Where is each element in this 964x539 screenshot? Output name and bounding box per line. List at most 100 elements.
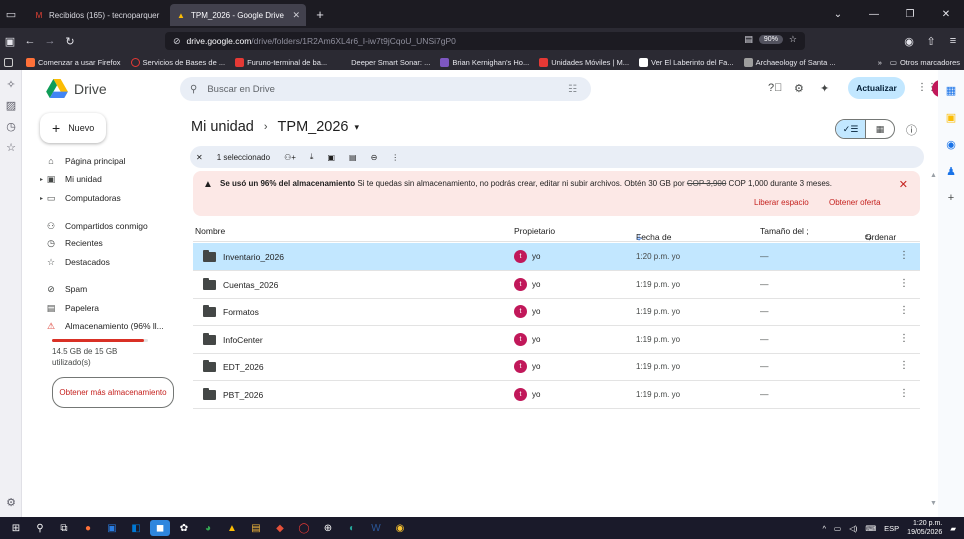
file-name[interactable]: Cuentas_2026: [223, 280, 278, 290]
app-icon[interactable]: ▤: [246, 520, 266, 536]
file-name[interactable]: EDT_2026: [223, 362, 264, 372]
help-icon[interactable]: ?⃝: [768, 82, 782, 94]
contacts-icon[interactable]: ♟: [938, 165, 964, 178]
more-options-icon[interactable]: ⋮: [899, 360, 909, 371]
ai-chat-icon[interactable]: ✧: [0, 78, 22, 91]
sidebar-toggle-icon[interactable]: ▣: [0, 35, 20, 48]
site-info-icon[interactable]: ⊘: [173, 36, 181, 47]
drive-logo[interactable]: Drive: [46, 79, 107, 98]
upgrade-button[interactable]: Actualizar: [848, 77, 905, 99]
column-owner[interactable]: Propietario: [514, 226, 555, 236]
bookmark-item[interactable]: Brian Kernighan's Ho...: [440, 57, 529, 67]
globe-icon[interactable]: ⊕: [318, 520, 338, 536]
tab-gmail[interactable]: M Recibidos (165) - tecnoparquer ✕: [28, 4, 166, 26]
list-view-button[interactable]: ✓☰: [836, 120, 865, 138]
minimize-icon[interactable]: —: [856, 9, 892, 20]
bookmark-item[interactable]: Servicios de Bases de ...: [130, 57, 225, 67]
keep-icon[interactable]: ▣: [938, 111, 964, 124]
get-more-storage-button[interactable]: Obtener más almacenamiento: [52, 377, 174, 408]
tab-drive[interactable]: ▲ TPM_2026 - Google Drive ✕: [170, 4, 306, 26]
tasks-icon[interactable]: ◉: [938, 138, 964, 151]
file-name[interactable]: PBT_2026: [223, 390, 263, 400]
share-icon[interactable]: ⚇+: [284, 153, 296, 162]
history-icon[interactable]: ◷: [0, 120, 22, 133]
reader-view-icon[interactable]: ▤: [744, 34, 753, 45]
trash-icon[interactable]: ▤: [349, 153, 357, 162]
free-space-link[interactable]: Liberar espacio: [754, 198, 809, 207]
file-name[interactable]: Inventario_2026: [223, 252, 284, 262]
reload-icon[interactable]: ↻: [60, 35, 80, 48]
table-row[interactable]: EDT_2026 t yo 1:19 p.m. yo — ⋮: [193, 353, 920, 381]
keyboard-icon[interactable]: ⌨: [865, 524, 876, 533]
chevron-up-icon[interactable]: ^: [822, 524, 826, 533]
breadcrumb-root[interactable]: Mi unidad: [191, 119, 254, 135]
calendar-icon[interactable]: ▦: [938, 84, 964, 97]
back-icon[interactable]: ←: [20, 35, 40, 47]
language-indicator[interactable]: ESP: [884, 524, 899, 533]
info-icon[interactable]: ⓘ: [906, 122, 917, 138]
file-name[interactable]: InfoCenter: [223, 335, 263, 345]
app-icon[interactable]: ▣: [102, 520, 122, 536]
app-icon[interactable]: ◉: [390, 520, 410, 536]
table-row[interactable]: PBT_2026 t yo 1:19 p.m. yo — ⋮: [193, 381, 920, 409]
drive-icon[interactable]: ▲: [222, 520, 242, 536]
search-options-icon[interactable]: ☷: [568, 84, 577, 95]
nav-item-storage[interactable]: ⚠ Almacenamiento (96% ll...: [44, 318, 164, 334]
extensions-icon[interactable]: ⇧: [920, 35, 942, 48]
tab-close-icon[interactable]: ✕: [286, 10, 300, 21]
bookmark-item[interactable]: Comenzar a usar Firefox: [26, 57, 121, 67]
maximize-icon[interactable]: ❐: [892, 9, 928, 20]
synced-tabs-icon[interactable]: ▨: [0, 99, 22, 112]
caret-down-icon[interactable]: ▾: [354, 122, 359, 133]
table-row[interactable]: InfoCenter t yo 1:19 p.m. yo — ⋮: [193, 326, 920, 354]
menu-icon[interactable]: ≡: [942, 35, 964, 47]
file-name[interactable]: Formatos: [223, 307, 259, 317]
chrome-icon[interactable]: ◕: [198, 520, 218, 536]
more-actions-icon[interactable]: ⋮: [391, 153, 399, 162]
move-icon[interactable]: ▣: [327, 153, 335, 162]
bookmark-import-icon[interactable]: [4, 57, 16, 67]
new-button[interactable]: + Nuevo: [40, 113, 106, 143]
bookmark-item[interactable]: Unidades Móviles | M...: [539, 57, 629, 67]
breadcrumb-current[interactable]: TPM_2026: [278, 119, 349, 135]
app-icon[interactable]: ◐: [342, 520, 362, 536]
network-icon[interactable]: ▭: [834, 524, 841, 533]
table-row[interactable]: Cuentas_2026 t yo 1:19 p.m. yo — ⋮: [193, 271, 920, 299]
more-options-icon[interactable]: ⋮: [899, 388, 909, 399]
more-options-icon[interactable]: ⋮: [899, 333, 909, 344]
clock[interactable]: 1:20 p.m. 19/05/2026: [907, 519, 942, 537]
nav-item-spam[interactable]: ⊘ Spam: [44, 281, 87, 297]
table-row[interactable]: Inventario_2026 t yo 1:20 p.m. yo — ⋮: [193, 243, 920, 271]
nav-item-recent[interactable]: ◷ Recientes: [44, 235, 103, 251]
chevron-down-icon[interactable]: ⌄: [820, 9, 856, 20]
download-icon[interactable]: ⤓: [310, 152, 314, 162]
more-options-icon[interactable]: ⋮: [899, 250, 909, 261]
new-tab-button[interactable]: +: [310, 7, 330, 22]
outlook-icon[interactable]: ◧: [126, 520, 146, 536]
grid-view-button[interactable]: ▦: [864, 120, 894, 138]
app-icon[interactable]: ✿: [174, 520, 194, 536]
bookmark-item[interactable]: Furuno-terminal de ba...: [235, 57, 327, 67]
close-icon[interactable]: ✕: [899, 178, 908, 191]
task-view-icon[interactable]: ⧉: [54, 520, 74, 536]
copy-link-icon[interactable]: ⊖: [371, 153, 378, 162]
get-offer-link[interactable]: Obtener oferta: [829, 198, 881, 207]
volume-icon[interactable]: ◁): [849, 524, 857, 533]
bookmark-star-icon[interactable]: ☆: [789, 34, 797, 45]
app-icon[interactable]: ◼: [150, 520, 170, 536]
nav-item-home[interactable]: ⌂ Página principal: [44, 153, 125, 169]
add-addon-icon[interactable]: +: [938, 192, 964, 204]
nav-item-computers[interactable]: ▸ ▭ Computadoras: [40, 190, 121, 206]
other-bookmarks[interactable]: » ▭ Otros marcadores: [878, 58, 960, 67]
bookmark-item[interactable]: Archaeology of Santa ...: [743, 57, 836, 67]
opera-icon[interactable]: ◯: [294, 520, 314, 536]
scroll-down-icon[interactable]: ▼: [930, 500, 937, 507]
bookmark-item[interactable]: Deeper Smart Sonar: ...: [351, 58, 430, 67]
forward-icon[interactable]: →: [40, 35, 60, 47]
expand-arrow-icon[interactable]: ▸: [40, 176, 43, 183]
more-options-icon[interactable]: ⋮: [899, 305, 909, 316]
nav-item-trash[interactable]: ▤ Papelera: [44, 300, 99, 316]
url-bar[interactable]: ⊘ drive.google.com /drive/folders/1R2Am6…: [165, 32, 805, 50]
bookmarks-icon[interactable]: ☆: [0, 141, 22, 154]
account-icon[interactable]: ◉: [898, 35, 920, 48]
